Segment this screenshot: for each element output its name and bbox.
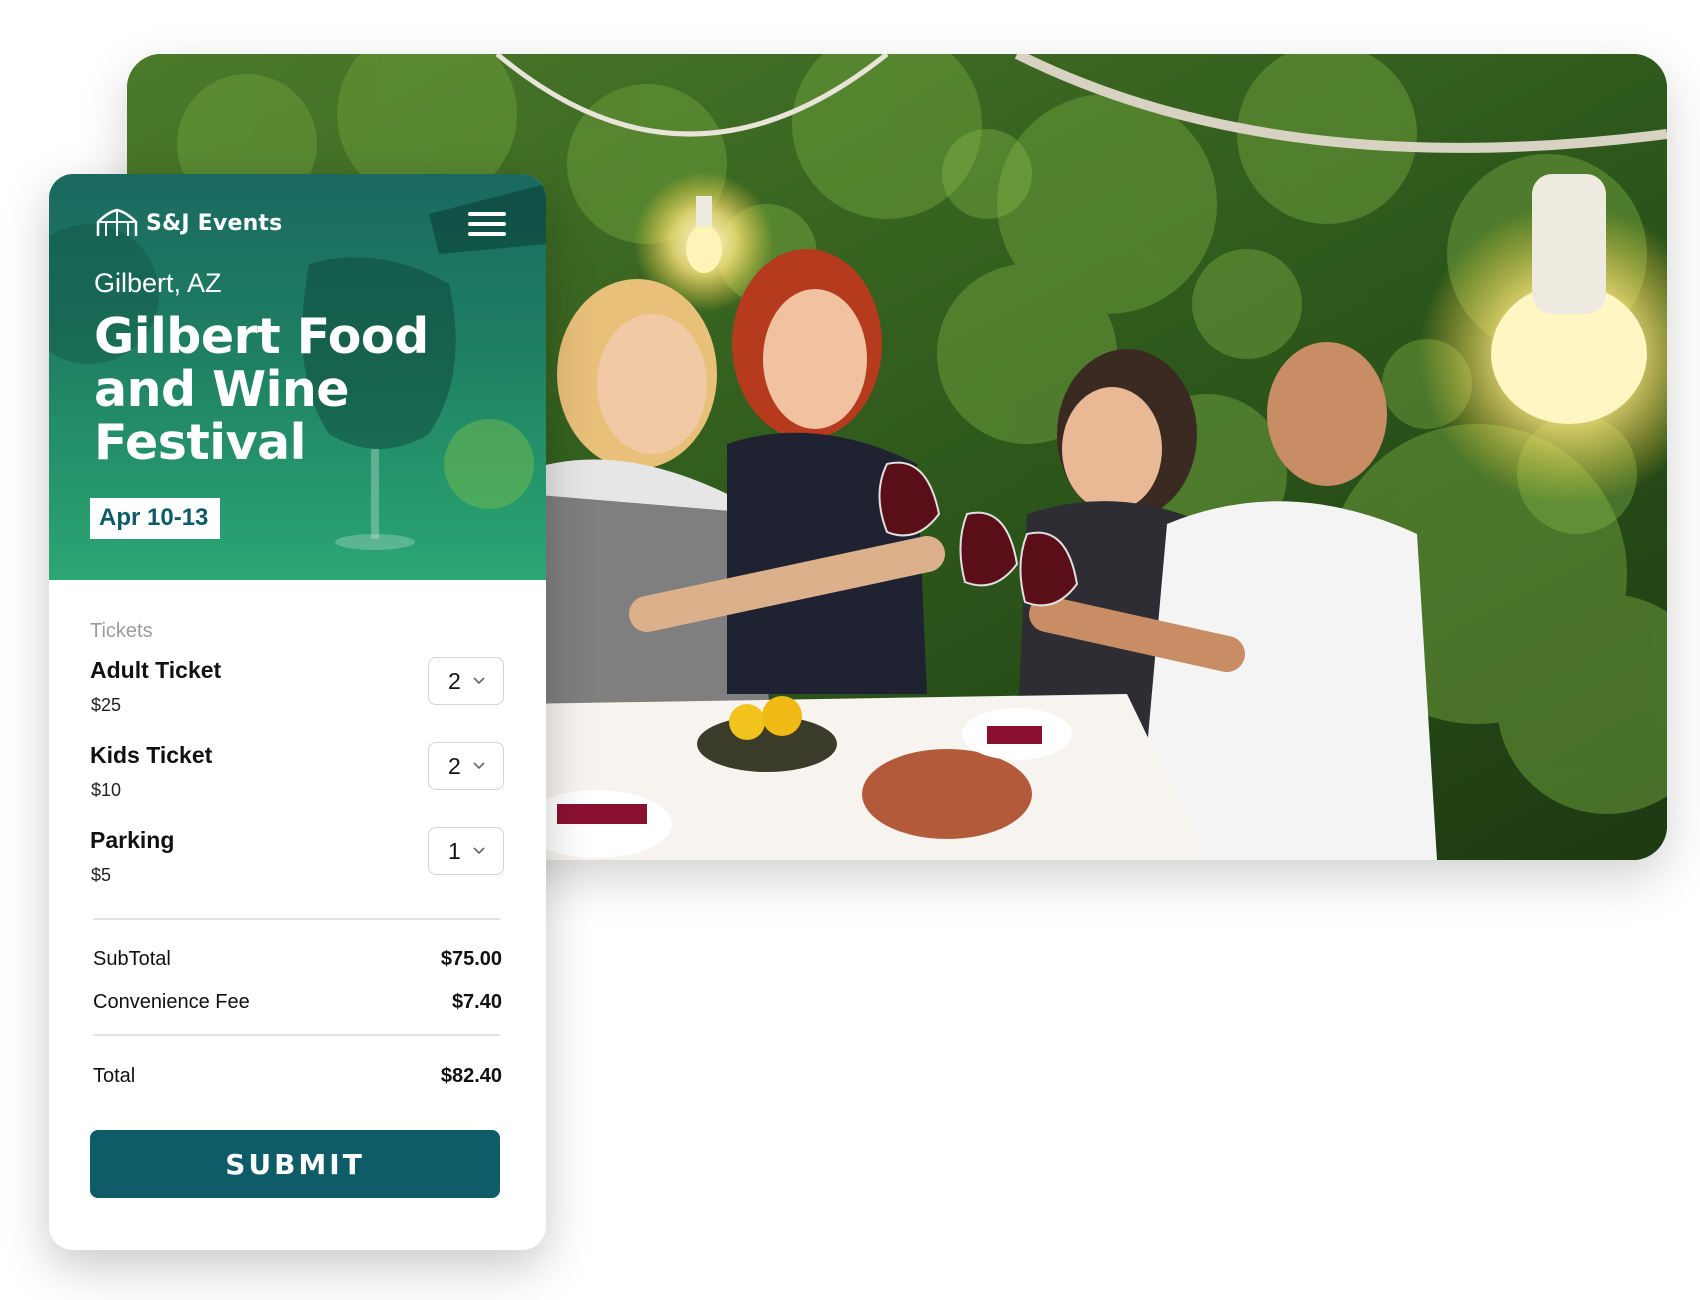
ticket-price: $25 (91, 695, 122, 715)
event-date-badge: Apr 10-13 (90, 498, 221, 539)
subtotal-amount: $75.00 (440, 948, 502, 970)
fee-amount: $7.40 (451, 991, 502, 1013)
hamburger-menu-icon[interactable] (468, 212, 506, 242)
ticket-price: $10 (91, 780, 122, 800)
total-label: Total (93, 1065, 136, 1087)
parking-quantity-select[interactable]: 1 (428, 827, 504, 875)
subtotal-label: SubTotal (93, 948, 171, 970)
chevron-down-icon (473, 762, 485, 770)
ticket-name: Parking (90, 827, 175, 853)
divider (93, 918, 500, 920)
ticket-name: Adult Ticket (90, 657, 222, 683)
event-hero: S&J Events Gilbert, AZ Gilbert Food and … (49, 174, 546, 580)
ticket-row-adult: Adult Ticket $25 2 (90, 643, 504, 728)
quantity-value: 2 (448, 667, 461, 694)
ticket-row-kids: Kids Ticket $10 2 (90, 728, 504, 813)
event-location: Gilbert, AZ (94, 268, 222, 298)
ticket-purchase-card: S&J Events Gilbert, AZ Gilbert Food and … (49, 174, 546, 1250)
tickets-section-label: Tickets (90, 620, 153, 642)
ticket-price: $5 (91, 865, 112, 885)
adult-quantity-select[interactable]: 2 (428, 657, 504, 705)
chevron-down-icon (473, 677, 485, 685)
fee-row: Convenience Fee $7.40 (90, 991, 504, 1014)
brand-logo[interactable]: S&J Events (96, 208, 282, 238)
chevron-down-icon (473, 847, 485, 855)
fee-label: Convenience Fee (93, 991, 250, 1013)
quantity-value: 2 (448, 752, 461, 779)
kids-quantity-select[interactable]: 2 (428, 742, 504, 790)
total-amount: $82.40 (440, 1065, 502, 1087)
submit-button[interactable]: SUBMIT (90, 1130, 500, 1198)
subtotal-row: SubTotal $75.00 (90, 948, 504, 971)
brand-name: S&J Events (146, 210, 283, 236)
divider (93, 1034, 500, 1036)
total-row: Total $82.40 (90, 1065, 504, 1088)
event-title: Gilbert Food and Wine Festival (94, 308, 429, 471)
tent-icon (96, 208, 138, 236)
ticket-name: Kids Ticket (90, 742, 213, 768)
quantity-value: 1 (448, 837, 461, 864)
ticket-row-parking: Parking $5 1 (90, 813, 504, 898)
